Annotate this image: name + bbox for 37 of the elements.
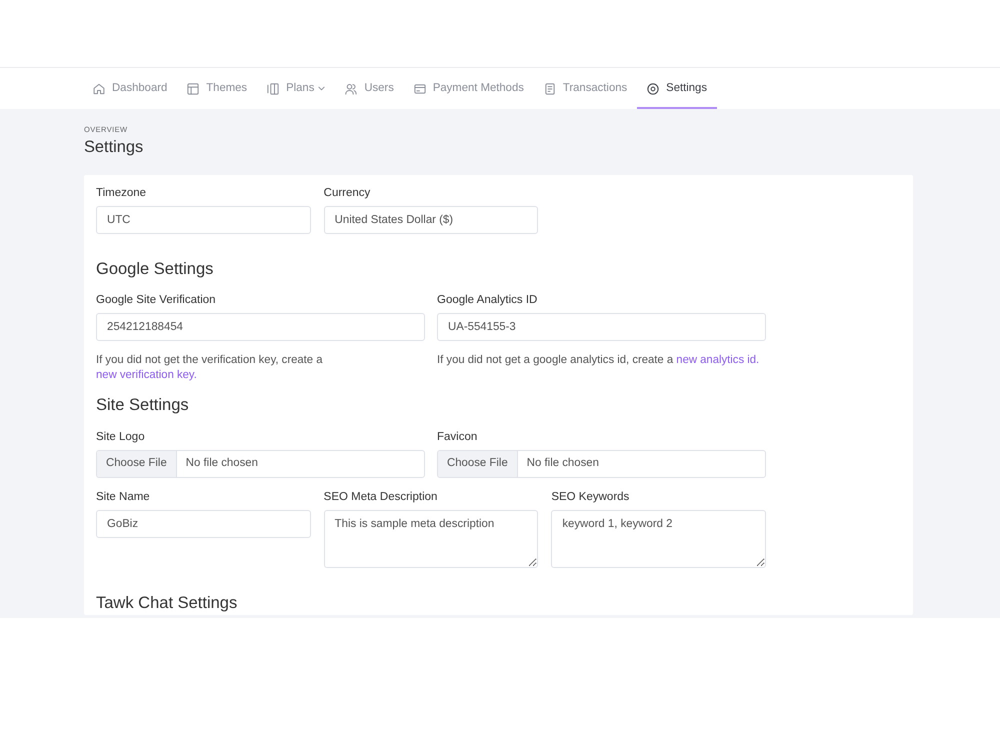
file-status-text: No file chosen (184, 456, 259, 472)
text-area[interactable]: keyword 1, keyword 2 (551, 510, 766, 568)
field-label: Currency (324, 186, 372, 200)
layout-icon (187, 82, 200, 94)
choose-file-button[interactable]: Choose File (97, 451, 177, 477)
field-label: Timezone (96, 186, 148, 200)
help-text: If you did not get a google analytics id, create a new analytics id. (437, 353, 760, 368)
columns-icon (267, 82, 280, 94)
text-field[interactable]: 254212188454 (96, 313, 425, 341)
page-title: Settings (84, 137, 144, 157)
section-heading: Tawk Chat Settings (96, 593, 238, 613)
field-label: Favicon (437, 430, 478, 444)
text-area[interactable]: This is sample meta description (324, 510, 538, 568)
settings-icon (647, 82, 660, 94)
text-field[interactable]: United States Dollar ($) (324, 206, 538, 234)
field-label: Google Site Verification (96, 293, 217, 307)
field-label: Site Name (96, 490, 151, 504)
choose-file-button[interactable]: Choose File (438, 451, 518, 477)
section-heading: Site Settings (96, 395, 190, 415)
file-field[interactable]: Choose File No file chosen (96, 450, 425, 478)
users-icon (345, 82, 358, 94)
link[interactable]: new verification key. (96, 369, 197, 381)
link[interactable]: new analytics id. (676, 354, 760, 366)
text-field[interactable]: UTC (96, 206, 311, 234)
credit-card-icon (414, 82, 426, 94)
text-field[interactable]: GoBiz (96, 510, 311, 538)
help-text: If you did not get the verification key, create a new verification key. (96, 353, 324, 383)
document-icon (544, 82, 556, 94)
field-label: Site Logo (96, 430, 146, 444)
text-field[interactable]: UA-554155-3 (437, 313, 766, 341)
field-label: SEO Keywords (551, 490, 630, 504)
section-heading: Google Settings (96, 259, 214, 279)
file-field[interactable]: Choose File No file chosen (437, 450, 766, 478)
home-icon (93, 82, 105, 94)
field-label: Google Analytics ID (437, 293, 538, 307)
file-status-text: No file chosen (526, 456, 600, 472)
field-label: SEO Meta Description (324, 490, 438, 504)
